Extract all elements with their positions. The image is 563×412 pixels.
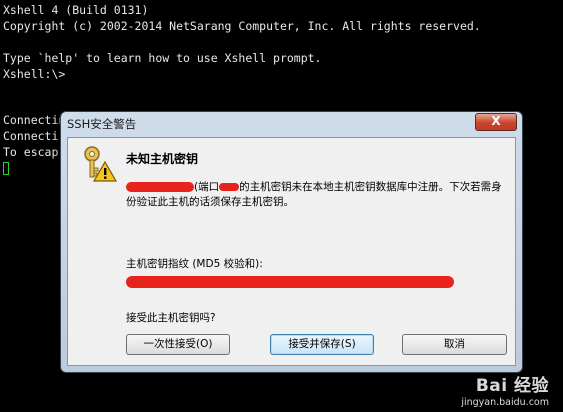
- terminal-line-help: Type `help' to learn how to use Xshell p…: [3, 51, 322, 65]
- dialog-title: SSH安全警告: [67, 117, 137, 131]
- terminal-line-prompt: Xshell:\>: [3, 67, 66, 81]
- dialog-heading: 未知主机密钥: [126, 152, 199, 166]
- ssh-security-warning-dialog: SSH安全警告 X 未知主机密钥 (端口 的主机密钥未在本地主机密钥数据库中注册。…: [60, 111, 523, 373]
- cancel-button[interactable]: 取消: [402, 334, 507, 355]
- terminal-line-copyright: Copyright (c) 2002-2014 NetSarang Comput…: [3, 19, 481, 33]
- redacted-port: [219, 183, 240, 191]
- dialog-body: 未知主机密钥 (端口 的主机密钥未在本地主机密钥数据库中注册。下次若需身份验证此主…: [67, 137, 516, 366]
- dialog-titlebar[interactable]: SSH安全警告 X: [61, 112, 522, 136]
- terminal-line-version: Xshell 4 (Build 0131): [3, 3, 149, 17]
- accept-and-save-button[interactable]: 接受并保存(S): [270, 334, 374, 355]
- watermark-url: jingyan.baidu.com: [461, 397, 549, 408]
- terminal-cursor: [3, 162, 9, 175]
- dialog-message: (端口 的主机密钥未在本地主机密钥数据库中注册。下次若需身份验证此主机的话须保存主…: [126, 180, 512, 210]
- close-icon: X: [491, 114, 501, 128]
- key-warning-icon: [84, 146, 117, 182]
- accept-once-button[interactable]: 一次性接受(O): [126, 334, 230, 355]
- watermark-brand: Bai 经验: [475, 376, 549, 396]
- redacted-host: [126, 182, 194, 192]
- baidu-jingyan-watermark: Bai 经验 jingyan.baidu.com: [461, 371, 549, 408]
- accept-question: 接受此主机密钥吗?: [126, 312, 216, 324]
- close-button[interactable]: X: [475, 113, 517, 131]
- message-port-prefix: (端口: [194, 181, 220, 193]
- fingerprint-label: 主机密钥指纹 (MD5 校验和):: [126, 258, 263, 270]
- redacted-fingerprint: [126, 276, 454, 288]
